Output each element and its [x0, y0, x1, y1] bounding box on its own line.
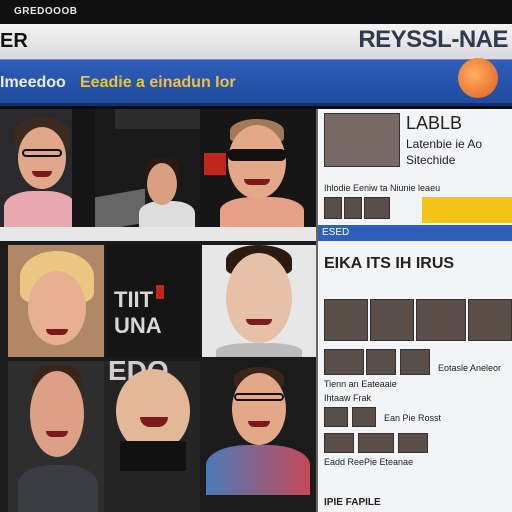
row-thumbnail[interactable]: [324, 349, 364, 375]
grid-tile[interactable]: [200, 109, 316, 227]
row-caption3: Ihtaaw Frak: [324, 393, 372, 403]
keyboard-shape: [95, 188, 145, 227]
nav-title-yellow[interactable]: Eeadie a einadun Ior: [80, 74, 236, 92]
red-accent: [156, 285, 164, 299]
person-mouth: [246, 319, 272, 325]
grid-tile[interactable]: [8, 361, 104, 512]
orange-orb-icon: [458, 58, 498, 98]
grid-tile[interactable]: [200, 361, 316, 512]
red-badge: [204, 153, 226, 175]
person-mouth: [244, 179, 270, 185]
brand-logo[interactable]: REYSSL-NAE: [312, 26, 512, 58]
sidebar-caption1: Ihlodie Eeniw ta Niunie leaeu: [324, 183, 441, 193]
row-caption4: Ean Pie Rosst: [384, 413, 442, 423]
row-thumbnail[interactable]: [352, 407, 376, 427]
grid-tile[interactable]: TIIT UNA: [106, 245, 200, 357]
nav-title-white[interactable]: Imeedoo: [0, 74, 66, 92]
yellow-banner[interactable]: [422, 197, 512, 223]
person-mouth: [248, 421, 270, 427]
dark-collar: [120, 441, 186, 471]
glasses-icon: [234, 393, 284, 401]
site-header: ER REYSSL-NAE: [0, 24, 512, 60]
row-thumbnail[interactable]: [370, 299, 414, 341]
person-body: [4, 191, 76, 227]
screen-panel: [115, 109, 200, 129]
grid-tile[interactable]: [8, 245, 104, 357]
row-thumbnail[interactable]: [324, 407, 348, 427]
sunglasses-icon: [228, 149, 286, 161]
grid-tile[interactable]: [202, 245, 316, 357]
grid-tile[interactable]: [0, 109, 95, 227]
toolbar-label[interactable]: ESED: [322, 227, 349, 238]
headline-thumbnail[interactable]: [324, 113, 400, 167]
grid-tile[interactable]: EDO: [104, 361, 200, 512]
grid-tile[interactable]: [95, 109, 200, 227]
person-face: [232, 373, 286, 445]
sidebar: LABLB Latenbie ie Ao Sitechide Ihlodie E…: [316, 109, 512, 512]
person-body: [220, 197, 304, 227]
small-thumbnail[interactable]: [344, 197, 362, 219]
top-label: GREDOOOB: [14, 6, 78, 17]
small-thumbnail[interactable]: [324, 197, 342, 219]
person-mouth: [46, 431, 68, 437]
row-thumbnail[interactable]: [400, 349, 430, 375]
row-thumbnail[interactable]: [324, 299, 368, 341]
person-body: [206, 445, 310, 495]
person-body: [216, 343, 302, 357]
nav-bar: Imeedoo Eeadie a einadun Ior: [0, 58, 512, 106]
person-body: [139, 201, 195, 227]
sidebar-sub1: Latenbie ie Ao: [406, 137, 483, 151]
person-face: [228, 125, 286, 199]
glasses-icon: [22, 149, 62, 157]
small-thumbnail[interactable]: [364, 197, 390, 219]
row-thumbnail[interactable]: [416, 299, 466, 341]
photo-grid: TIIT UNA EDO: [0, 109, 316, 512]
row-thumbnail[interactable]: [366, 349, 396, 375]
header-left-title: ER: [0, 30, 28, 52]
person-body: [18, 465, 98, 512]
person-face: [18, 127, 66, 189]
bottom-label[interactable]: IPIE FAPILE: [324, 497, 381, 508]
person-mouth: [32, 171, 52, 177]
toolbar: ESED: [318, 225, 512, 241]
row-thumbnail[interactable]: [358, 433, 394, 453]
person-mouth: [46, 329, 68, 335]
person-face: [226, 253, 292, 343]
row-thumbnail[interactable]: [398, 433, 428, 453]
person-face: [30, 371, 84, 457]
row-thumbnail[interactable]: [468, 299, 512, 341]
section-title: EIKA ITS IH IRUS: [324, 255, 455, 272]
row-thumbnail[interactable]: [324, 433, 354, 453]
sidebar-sub2: Sitechide: [406, 153, 456, 167]
row-caption2: Eotasle Aneleor: [438, 363, 502, 373]
row-caption5: Eadd ReePie Eteanae: [324, 457, 414, 467]
grid-divider: [0, 227, 316, 241]
sidebar-headline[interactable]: LABLB: [406, 113, 462, 134]
row-caption1: Tienn an Eateaaie: [324, 379, 397, 389]
top-strip: GREDOOOB: [0, 0, 512, 24]
dark-panel: [72, 109, 95, 227]
person-face: [147, 163, 177, 205]
